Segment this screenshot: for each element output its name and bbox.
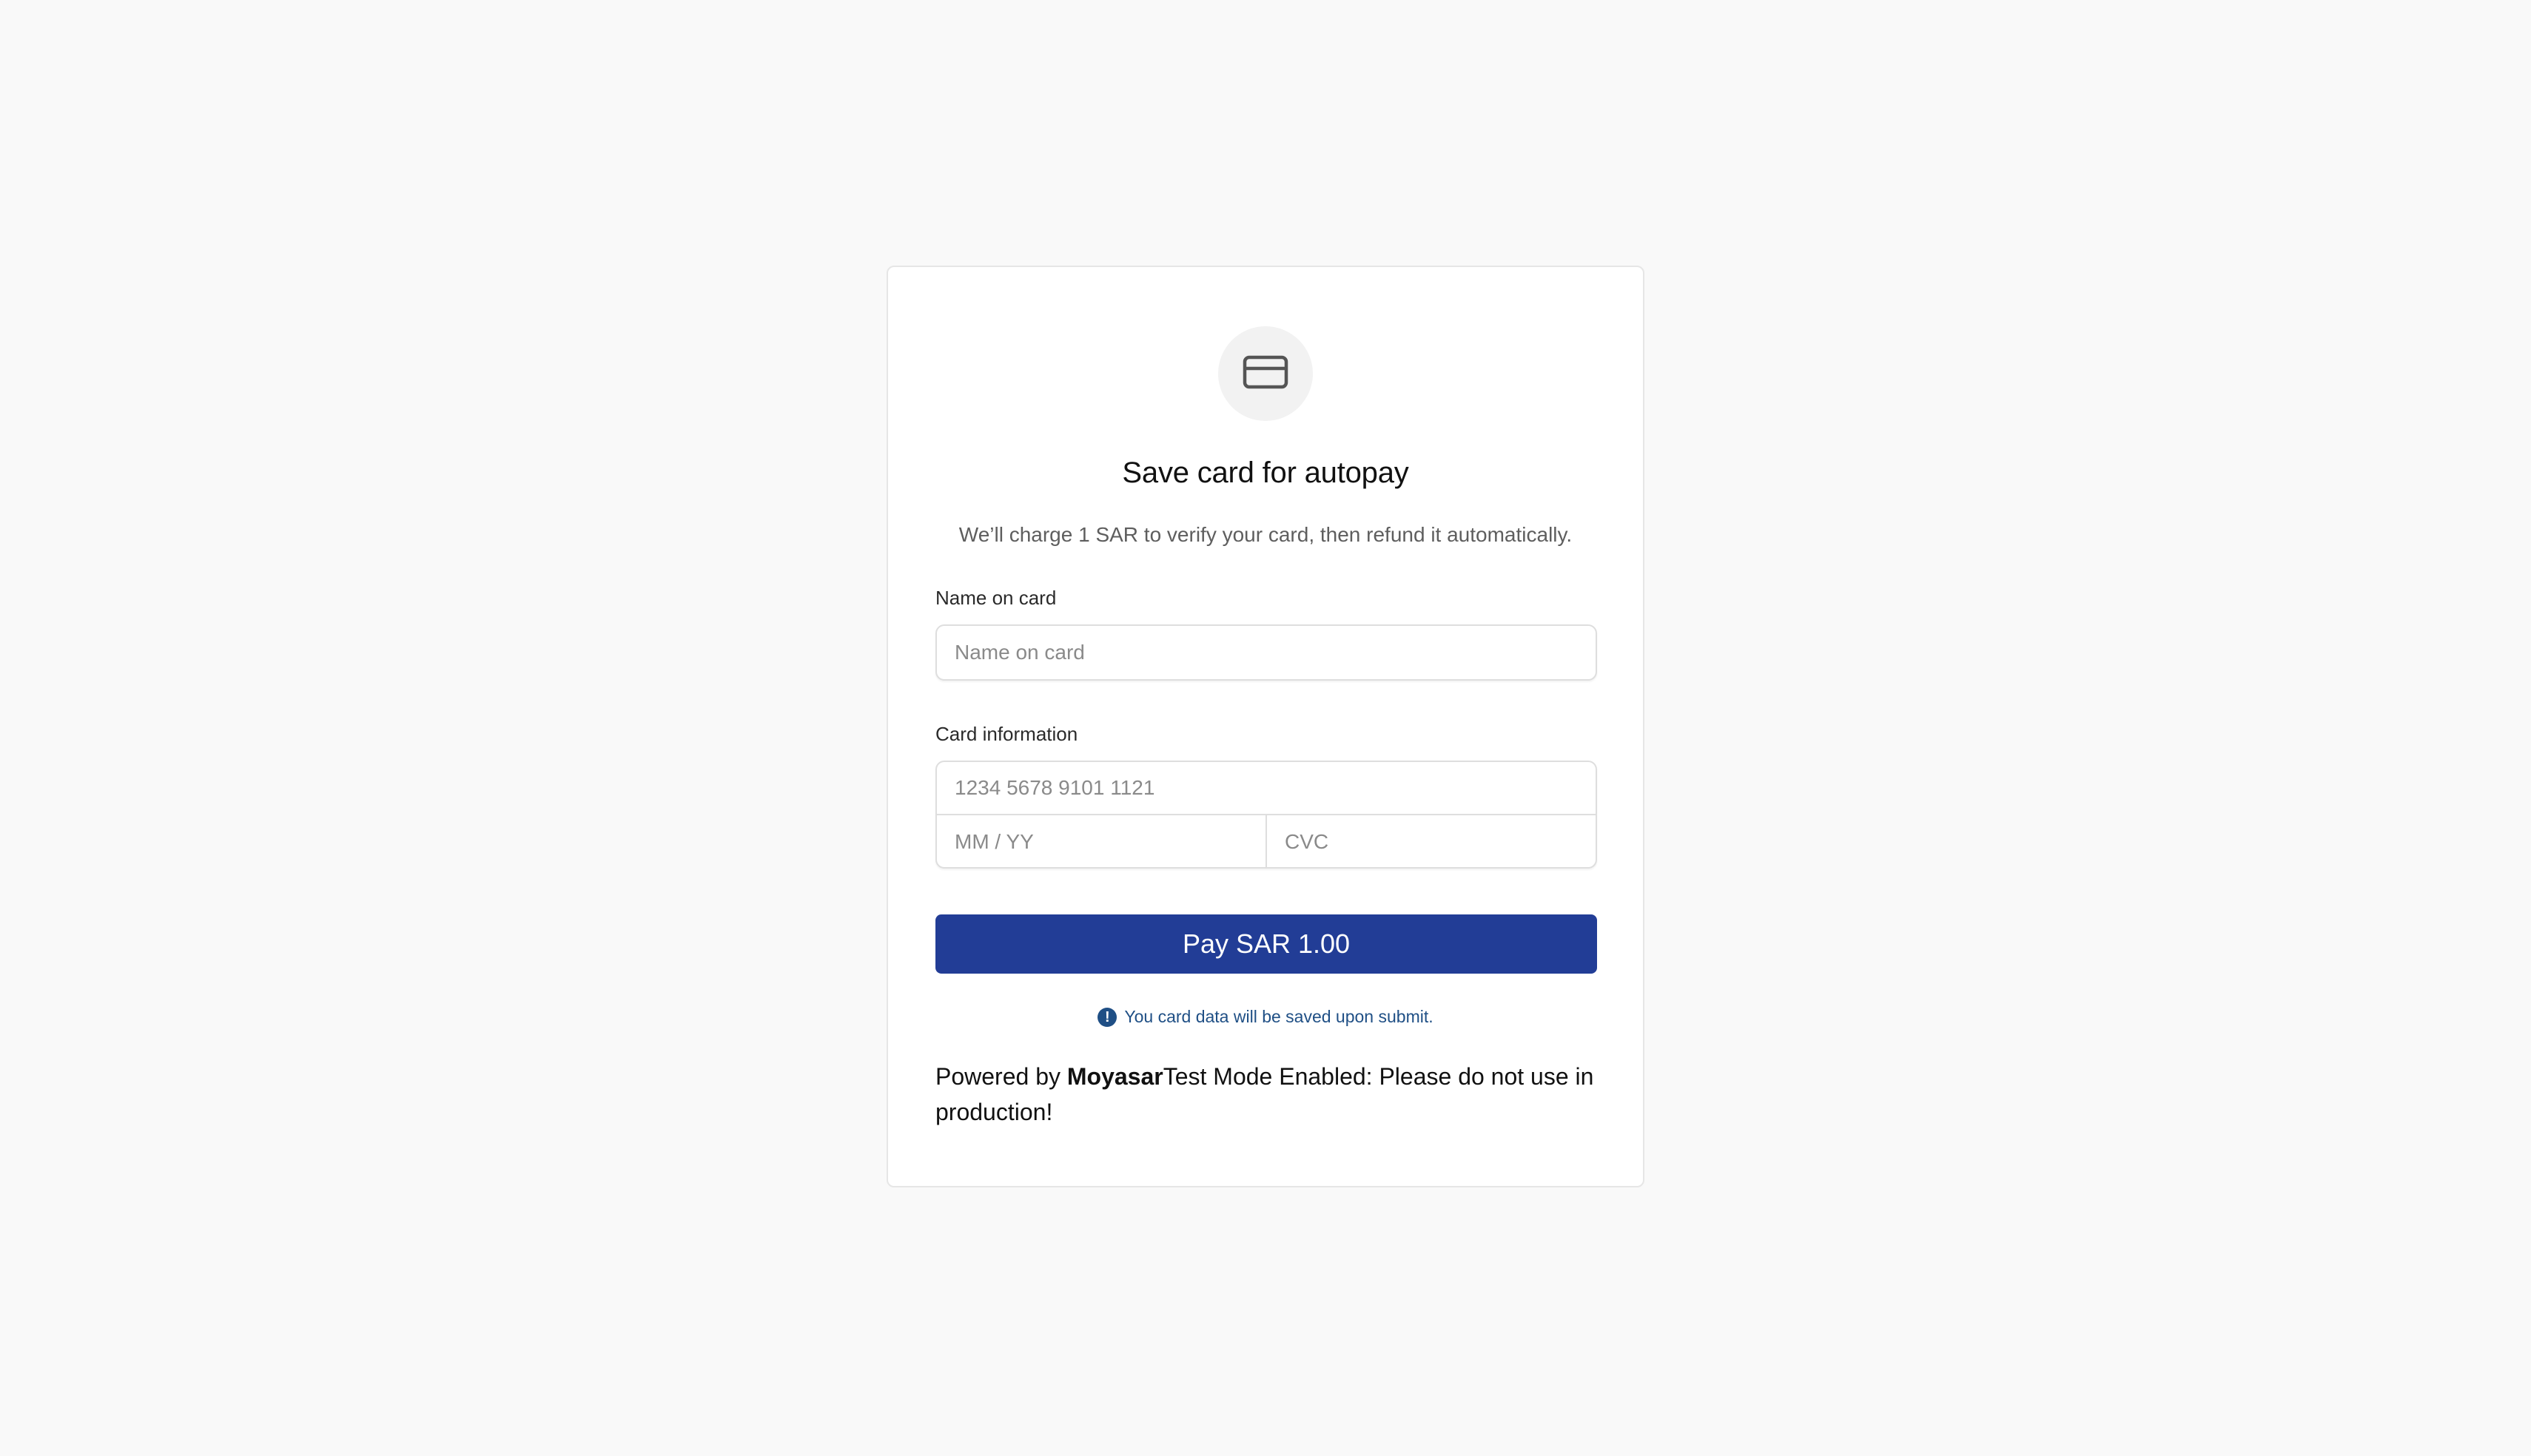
- save-notice-text: You card data will be saved upon submit.: [1124, 1007, 1433, 1026]
- card-icon-badge: [1218, 326, 1313, 421]
- pay-button-label: Pay SAR 1.00: [1182, 928, 1351, 959]
- footer-text: Powered by MoyasarTest Mode Enabled: Ple…: [935, 1059, 1597, 1130]
- card-number-placeholder: 1234 5678 9101 1121: [955, 776, 1155, 799]
- powered-by-text: Powered by: [935, 1063, 1067, 1090]
- payment-card: Save card for autopay We’ll charge 1 SAR…: [887, 266, 1644, 1187]
- expiry-placeholder: MM / YY: [955, 830, 1034, 853]
- info-icon: !: [1098, 1007, 1117, 1027]
- name-on-card-placeholder: Name on card: [955, 641, 1085, 664]
- save-notice: ! You card data will be saved upon submi…: [888, 1007, 1643, 1027]
- cvc-placeholder: CVC: [1285, 830, 1329, 853]
- credit-card-icon: [1243, 354, 1288, 394]
- name-on-card-input[interactable]: Name on card: [935, 624, 1597, 681]
- page-title: Save card for autopay: [1122, 456, 1409, 489]
- pay-button[interactable]: Pay SAR 1.00: [935, 914, 1597, 974]
- card-number-input[interactable]: 1234 5678 9101 1121: [937, 762, 1596, 815]
- brand-name: Moyasar: [1066, 1063, 1163, 1090]
- card-information-group: 1234 5678 9101 1121 MM / YY CVC: [935, 761, 1597, 869]
- expiry-input[interactable]: MM / YY: [937, 815, 1267, 867]
- page-subtitle: We’ll charge 1 SAR to verify your card, …: [958, 523, 1573, 546]
- card-information-label: Card information: [935, 723, 1078, 745]
- name-on-card-label: Name on card: [935, 587, 1057, 609]
- cvc-input[interactable]: CVC: [1267, 815, 1596, 867]
